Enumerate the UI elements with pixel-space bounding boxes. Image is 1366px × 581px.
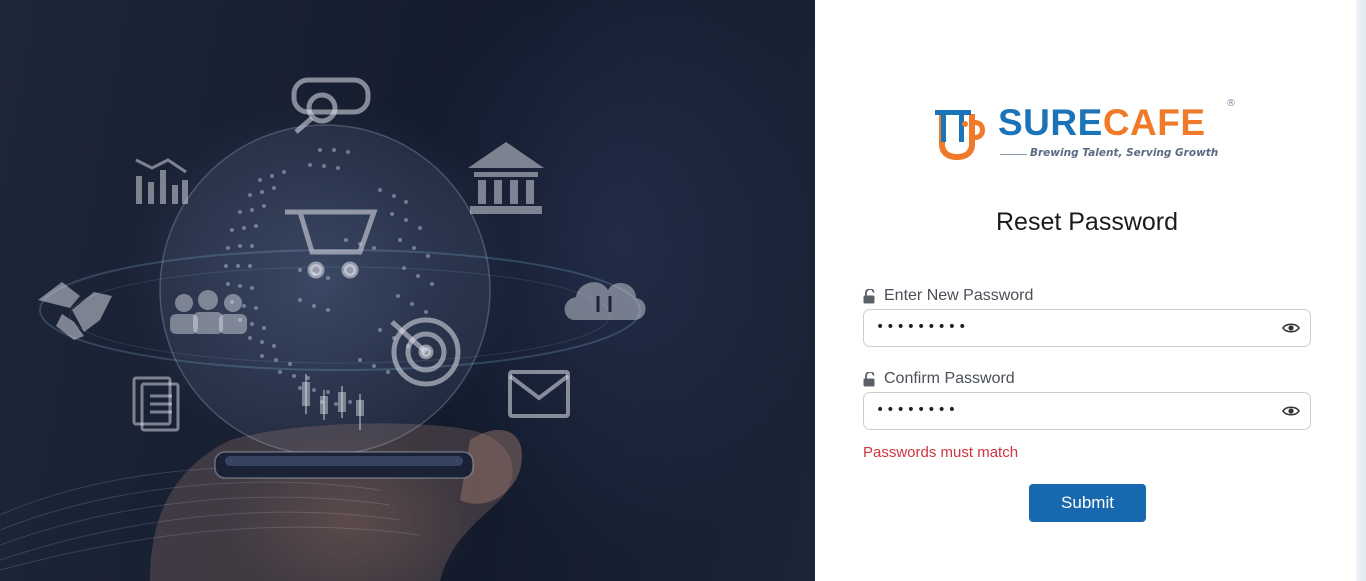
tagline-divider (1000, 154, 1027, 155)
search-icon (291, 77, 371, 134)
new-password-value: ••••••••• (876, 319, 969, 335)
document-icon (132, 376, 180, 432)
smartphone-icon (214, 451, 474, 479)
new-password-label-text: Enter New Password (884, 287, 1034, 304)
brand-tagline: Brewing Talent, Serving Growth (1030, 147, 1219, 159)
new-password-label: Enter New Password (863, 287, 1033, 305)
hero-image-panel (0, 0, 815, 581)
brand-name: SURECAFE (998, 102, 1206, 144)
bank-icon (468, 142, 544, 214)
cloud-transfer-icon (564, 282, 646, 320)
submit-button[interactable]: Submit (1029, 484, 1146, 522)
registered-mark: ® (1226, 98, 1236, 109)
surecafe-logo-icon (935, 110, 985, 160)
mail-icon (508, 370, 570, 418)
unlock-icon (863, 371, 875, 386)
new-password-field[interactable]: ••••••••• (863, 309, 1311, 347)
confirm-password-label-text: Confirm Password (884, 370, 1015, 387)
confirm-password-field[interactable]: •••••••• (863, 392, 1311, 430)
unlock-icon (863, 288, 875, 303)
scrollbar-track (1356, 0, 1366, 581)
handshake-icon (38, 282, 112, 340)
eye-icon[interactable] (1282, 322, 1300, 334)
brand-logo: SURECAFE ® Brewing Talent, Serving Growt… (935, 98, 1245, 164)
confirm-password-label: Confirm Password (863, 370, 1015, 388)
brand-name-part1: SURE (998, 102, 1103, 143)
page-title: Reset Password (995, 208, 1179, 236)
eye-icon[interactable] (1282, 405, 1300, 417)
chart-icon (135, 158, 188, 204)
password-mismatch-error: Passwords must match (863, 444, 1019, 461)
confirm-password-value: •••••••• (876, 402, 959, 418)
hero-illustration (0, 77, 646, 581)
brand-name-part2: CAFE (1102, 102, 1206, 143)
